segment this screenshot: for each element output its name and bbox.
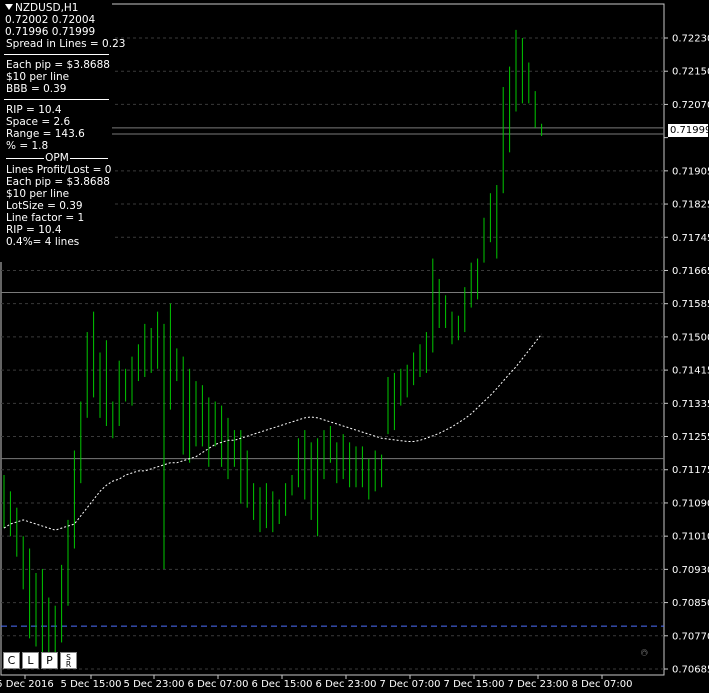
ohlc-label: 0.72002 0.72004 0.71996 0.71999	[5, 14, 96, 38]
y-tick-label: 0.71415	[672, 366, 709, 377]
y-tick-label: 0.71745	[672, 233, 709, 244]
x-tick-label: 6 Dec 15:00	[252, 679, 313, 690]
y-tick-label: 0.71175	[672, 465, 709, 476]
x-tick-label: 8 Dec 07:00	[572, 679, 633, 690]
x-tick-label: 6 Dec 07:00	[188, 679, 249, 690]
y-tick-label: 0.71665	[672, 266, 709, 277]
y-tick-label: 0.70850	[672, 598, 709, 609]
x-tick-label: 7 Dec 23:00	[508, 679, 569, 690]
rip-text: RIP = 10.4	[6, 104, 62, 116]
button-bar: C L P SR	[3, 652, 77, 669]
bbb-text: BBB = 0.39	[6, 83, 67, 95]
chart-window[interactable]: 0.72230 0.72150 0.72070 0.71905 0.71825 0.717…	[0, 0, 709, 693]
sr-button[interactable]: SR	[60, 652, 77, 669]
lines-button[interactable]: L	[22, 652, 39, 669]
opm-heading: OPM	[0, 152, 112, 164]
line-factor-text: Line factor = 1	[6, 212, 85, 224]
x-tick-label: 5 Dec 15:00	[61, 679, 122, 690]
lines-profit-text: Lines Profit/Lost = 0	[6, 164, 112, 176]
info-panel: NZDUSD,H1 0.72002 0.72004 0.71996 0.7199…	[0, 2, 126, 262]
divider	[4, 99, 109, 100]
lot-size-text: LotSize = 0.39	[6, 200, 83, 212]
y-tick-label: 0.71010	[672, 532, 709, 543]
y-tick-label: 0.71090	[672, 498, 709, 509]
opm-title: OPM	[45, 152, 69, 164]
range-text: Range = 143.6	[6, 128, 85, 140]
x-tick-label: 7 Dec 07:00	[380, 679, 441, 690]
watermark-icon: ©	[638, 648, 648, 657]
per-line-text: $10 per line	[6, 71, 70, 83]
y-tick-label: 0.71585	[672, 299, 709, 310]
y-tick-label: 0.71825	[672, 200, 709, 211]
each-pip-text: Each pip = $3.8688	[6, 59, 110, 71]
x-tick-label: 5 Dec 23:00	[124, 679, 185, 690]
x-tick-label: 6 Dec 23:00	[316, 679, 377, 690]
y-tick-label: 0.70930	[672, 565, 709, 576]
each-pip-text-2: Each pip = $3.8688	[6, 176, 110, 188]
y-tick-label: 0.71335	[672, 399, 709, 410]
per-line-text-2: $10 per line	[6, 188, 70, 200]
spread-text: Spread in Lines = 0.23	[6, 38, 126, 50]
chart-header: NZDUSD,H1 0.72002 0.72004 0.71996 0.7199…	[0, 2, 112, 38]
x-tick-label: 5 Dec 2016	[0, 679, 54, 690]
y-tick-label: 0.70685	[672, 665, 709, 676]
y-tick-label: 0.72150	[672, 67, 709, 78]
y-tick-label: 0.71500	[672, 332, 709, 343]
symbol-label: NZDUSD,H1	[15, 2, 79, 14]
close-button[interactable]: C	[3, 652, 20, 669]
profit-button[interactable]: P	[41, 652, 58, 669]
y-tick-label: 0.71905	[672, 166, 709, 177]
y-tick-label: 0.71255	[672, 432, 709, 443]
divider	[4, 54, 109, 55]
percent-text: % = 1.8	[6, 140, 49, 152]
percent-lines-text: 0.4%= 4 lines	[6, 236, 80, 248]
y-tick-label: 0.70770	[672, 631, 709, 642]
y-tick-label: 0.72070	[672, 100, 709, 111]
sr-button-r: R	[65, 659, 72, 669]
rip-text-2: RIP = 10.4	[6, 224, 62, 236]
dropdown-triangle-icon[interactable]	[5, 4, 13, 10]
space-text: Space = 2.6	[6, 116, 71, 128]
y-tick-label: 0.72230	[672, 34, 709, 45]
current-price-label: 0.71999	[668, 124, 709, 137]
x-tick-label: 7 Dec 15:00	[444, 679, 505, 690]
